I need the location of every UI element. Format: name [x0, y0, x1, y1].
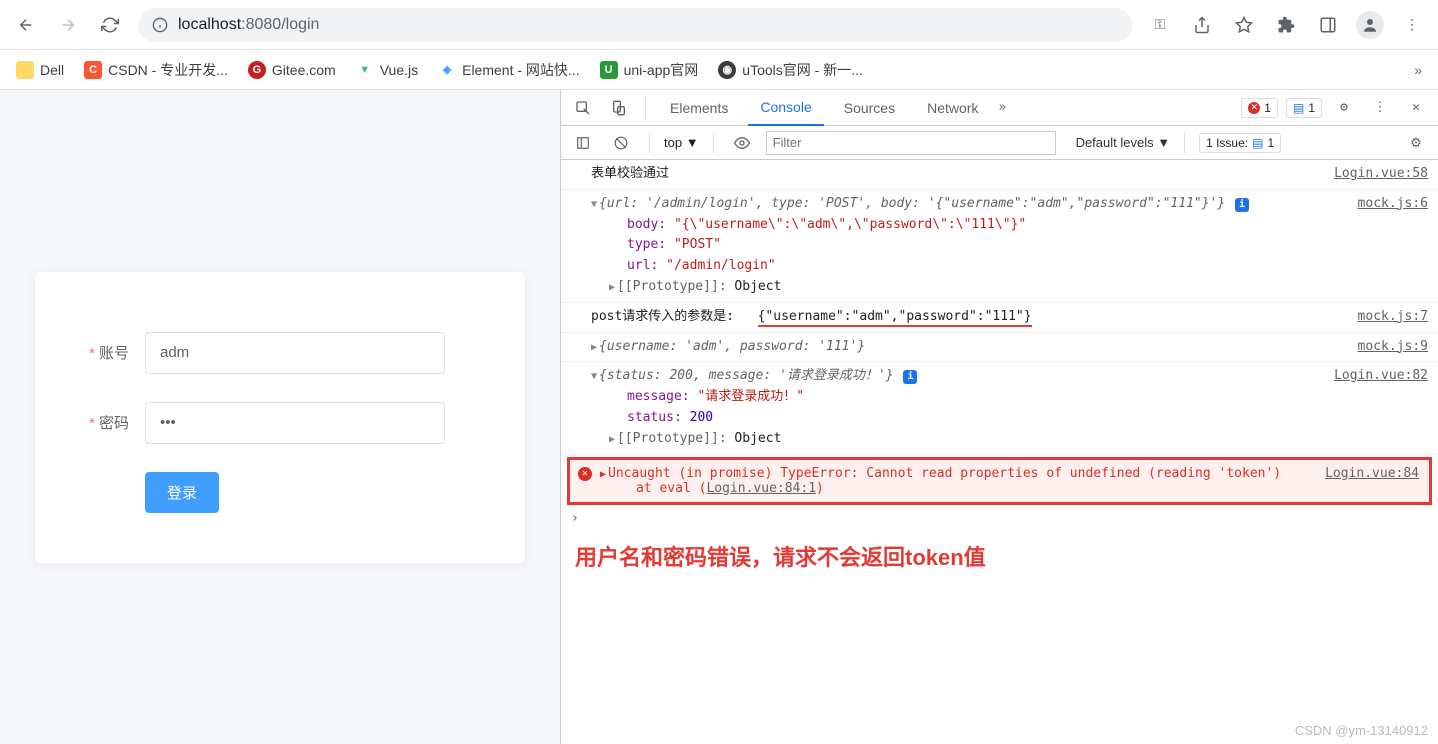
page-content: *账号 *密码 登录 — [0, 90, 560, 744]
password-input[interactable] — [145, 402, 445, 444]
source-link[interactable]: Login.vue:58 — [1334, 164, 1428, 185]
error-log[interactable]: ✕ Login.vue:84 ▶Uncaught (in promise) Ty… — [567, 457, 1432, 505]
bookmark-uniapp[interactable]: Uuni-app官网 — [600, 60, 699, 80]
forward-button[interactable] — [54, 11, 82, 39]
star-icon[interactable] — [1230, 11, 1258, 39]
utools-icon: ◉ — [718, 61, 736, 79]
error-icon: ✕ — [578, 467, 592, 481]
tab-sources[interactable]: Sources — [832, 90, 907, 126]
console-filter-bar: top ▼ Default levels ▼ 1 Issue: ▤ 1 ⚙ — [561, 126, 1438, 160]
error-count-badge[interactable]: ✕1 — [1241, 98, 1278, 118]
inspect-icon[interactable] — [569, 94, 597, 122]
gitee-icon: G — [248, 61, 266, 79]
context-selector[interactable]: top ▼ — [664, 135, 699, 150]
address-bar[interactable]: localhost:8080/login — [138, 8, 1132, 42]
account-input[interactable] — [145, 332, 445, 374]
filter-input[interactable] — [766, 131, 1056, 155]
panel-icon[interactable] — [1314, 11, 1342, 39]
kebab-icon[interactable]: ⋮ — [1366, 94, 1394, 122]
tab-network[interactable]: Network — [915, 90, 990, 126]
console-settings-icon[interactable]: ⚙ — [1402, 129, 1430, 157]
extensions-icon[interactable] — [1272, 11, 1300, 39]
devtools-tabbar: Elements Console Sources Network » ✕1 ▤1… — [561, 90, 1438, 126]
log-line[interactable]: Login.vue:82 ▼{status: 200, message: '请求… — [561, 362, 1438, 454]
bookmark-csdn[interactable]: CCSDN - 专业开发... — [84, 60, 228, 80]
device-icon[interactable] — [605, 94, 633, 122]
source-link[interactable]: Login.vue:84 — [1325, 466, 1419, 481]
profile-avatar[interactable] — [1356, 11, 1384, 39]
issues-count[interactable]: 1 Issue: ▤ 1 — [1199, 133, 1281, 153]
source-link[interactable]: mock.js:9 — [1358, 337, 1428, 358]
vue-icon: ▼ — [356, 61, 374, 79]
login-button[interactable]: 登录 — [145, 472, 219, 513]
account-label: *账号 — [75, 342, 145, 363]
share-icon[interactable] — [1188, 11, 1216, 39]
bookmarks-overflow[interactable]: » — [1414, 62, 1422, 78]
source-link[interactable]: mock.js:7 — [1358, 307, 1428, 328]
console-output: 表单校验通过 Login.vue:58 mock.js:6 ▼{url: '/a… — [561, 160, 1438, 744]
info-icon — [152, 17, 168, 33]
bookmark-vue[interactable]: ▼Vue.js — [356, 61, 418, 79]
log-line[interactable]: mock.js:6 ▼{url: '/admin/login', type: '… — [561, 190, 1438, 303]
uni-icon: U — [600, 61, 618, 79]
info-icon: i — [1235, 198, 1249, 212]
source-link[interactable]: mock.js:6 — [1358, 194, 1428, 215]
annotation-text: 用户名和密码错误，请求不会返回token值 — [561, 530, 1438, 582]
console-prompt[interactable]: › — [561, 507, 1438, 530]
log-levels-selector[interactable]: Default levels ▼ — [1076, 135, 1171, 150]
element-icon: ◈ — [438, 61, 456, 79]
tab-console[interactable]: Console — [748, 90, 823, 126]
info-icon: i — [903, 370, 917, 384]
log-line[interactable]: mock.js:9 ▶{username: 'adm', password: '… — [561, 333, 1438, 363]
browser-toolbar: localhost:8080/login ⚿ ⋮ — [0, 0, 1438, 50]
tabs-overflow[interactable]: » — [998, 100, 1006, 115]
menu-icon[interactable]: ⋮ — [1398, 11, 1426, 39]
bookmarks-bar: Dell CCSDN - 专业开发... GGitee.com ▼Vue.js … — [0, 50, 1438, 90]
console-sidebar-icon[interactable] — [569, 129, 597, 157]
devtools-panel: Elements Console Sources Network » ✕1 ▤1… — [560, 90, 1438, 744]
tab-elements[interactable]: Elements — [658, 90, 740, 126]
settings-icon[interactable]: ⚙ — [1330, 94, 1358, 122]
bookmark-gitee[interactable]: GGitee.com — [248, 61, 336, 79]
key-icon[interactable]: ⚿ — [1146, 11, 1174, 39]
bookmark-dell[interactable]: Dell — [16, 61, 64, 79]
reload-button[interactable] — [96, 11, 124, 39]
url-text: localhost:8080/login — [178, 16, 319, 34]
close-devtools-icon[interactable]: ✕ — [1402, 94, 1430, 122]
log-line[interactable]: mock.js:7 post请求传入的参数是: {"username":"adm… — [561, 303, 1438, 333]
issue-badge[interactable]: ▤1 — [1286, 98, 1322, 118]
csdn-icon: C — [84, 61, 102, 79]
bookmark-element[interactable]: ◈Element - 网站快... — [438, 60, 579, 80]
clear-console-icon[interactable] — [607, 129, 635, 157]
back-button[interactable] — [12, 11, 40, 39]
bookmark-utools[interactable]: ◉uTools官网 - 新一... — [718, 60, 863, 80]
watermark: CSDN @ym-13140912 — [1295, 723, 1428, 738]
login-card: *账号 *密码 登录 — [35, 272, 525, 563]
log-line[interactable]: 表单校验通过 Login.vue:58 — [561, 160, 1438, 190]
source-link[interactable]: Login.vue:82 — [1334, 366, 1428, 387]
password-label: *密码 — [75, 412, 145, 433]
live-expression-icon[interactable] — [728, 129, 756, 157]
folder-icon — [16, 61, 34, 79]
